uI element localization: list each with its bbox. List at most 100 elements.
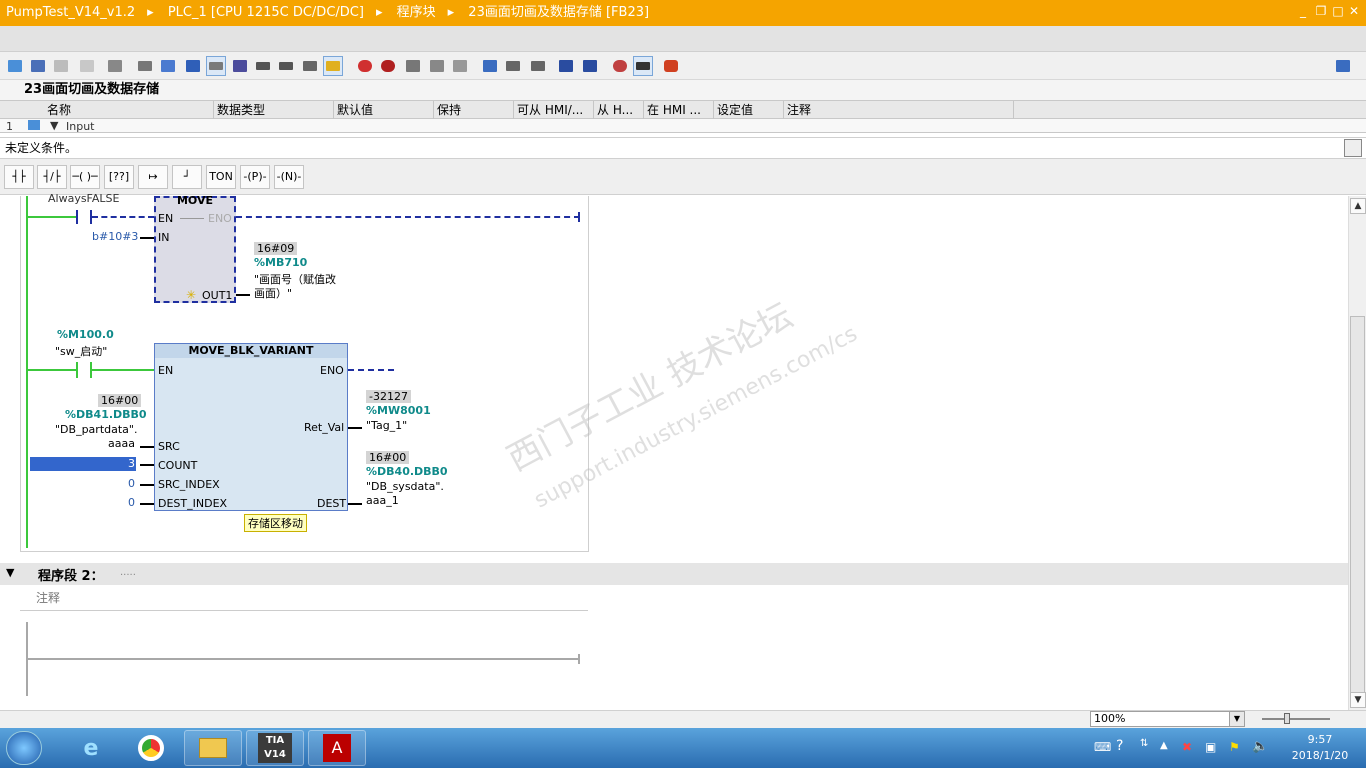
col-comment[interactable]: 注释: [784, 101, 1014, 119]
tray-expand-icon[interactable]: ▲: [1160, 740, 1168, 751]
breadcrumb-program-blocks[interactable]: 程序块: [397, 5, 436, 20]
mbv-src-member[interactable]: aaaa: [108, 437, 135, 450]
absolute-operand-icon[interactable]: [230, 56, 250, 76]
close-branch-icon[interactable]: ┘: [172, 165, 202, 189]
col-hmi-write[interactable]: 从 H...: [594, 101, 644, 119]
indent-icon[interactable]: [503, 56, 523, 76]
tia-portal-icon[interactable]: TIA V14: [246, 730, 304, 766]
coil-icon[interactable]: ─( )─: [70, 165, 100, 189]
acrobat-icon[interactable]: A: [308, 730, 366, 766]
flag-icon[interactable]: ⚑: [1229, 740, 1240, 754]
mbv-dest-member[interactable]: aaa_1: [366, 494, 399, 507]
insert-network-icon[interactable]: [5, 56, 25, 76]
network-2-comment[interactable]: 注释: [36, 589, 60, 606]
col-hmi-access[interactable]: 可从 HMI/...: [514, 101, 594, 119]
mbv-dest-addr[interactable]: %DB40.DBB0: [366, 465, 448, 478]
expand-all-icon[interactable]: [135, 56, 155, 76]
mbv-destidx-value[interactable]: 0: [128, 496, 135, 509]
open-all-icon[interactable]: [105, 56, 125, 76]
call-hierarchy-icon[interactable]: [480, 56, 500, 76]
count-selection[interactable]: [30, 457, 136, 471]
insert-row-icon[interactable]: [51, 56, 71, 76]
p-contact-button[interactable]: -(P)-: [240, 165, 270, 189]
keyboard-icon[interactable]: ⌨: [1094, 740, 1111, 754]
mbv-dest-tag[interactable]: "DB_sysdata".: [366, 480, 444, 493]
contact1-tag[interactable]: AlwaysFALSE: [48, 192, 119, 205]
start-button-icon[interactable]: [6, 731, 42, 765]
tray-clock[interactable]: 9:57 2018/1/20: [1290, 732, 1350, 764]
restore-icon[interactable]: ❐: [1314, 4, 1328, 18]
volume-icon[interactable]: 🔈: [1252, 739, 1268, 754]
undo-icon[interactable]: [556, 56, 576, 76]
col-hmi-visible[interactable]: 在 HMI ...: [644, 101, 714, 119]
condition-close-icon[interactable]: [1344, 139, 1362, 157]
network-overview-icon[interactable]: [183, 56, 203, 76]
minimize-icon[interactable]: _: [1296, 4, 1310, 18]
window-layout-icon[interactable]: [1333, 56, 1353, 76]
contact2-tag[interactable]: "sw_启动": [55, 343, 107, 359]
explorer-icon[interactable]: [184, 730, 242, 766]
contact2-addr[interactable]: %M100.0: [57, 328, 114, 341]
download-icon[interactable]: [253, 56, 273, 76]
n-contact-button[interactable]: -(N)-: [274, 165, 304, 189]
col-datatype[interactable]: 数据类型: [214, 101, 334, 119]
interface-row[interactable]: 1 ▼ Input: [0, 119, 1366, 133]
redo-icon[interactable]: [580, 56, 600, 76]
scroll-thumb[interactable]: [1350, 316, 1365, 696]
scroll-down-icon[interactable]: ▼: [1350, 692, 1366, 708]
network-error-icon[interactable]: ✖: [1182, 740, 1192, 754]
maximize-icon[interactable]: □: [1331, 4, 1345, 18]
ie-icon[interactable]: e: [62, 730, 120, 766]
search-icon[interactable]: [610, 56, 630, 76]
nc-contact-icon[interactable]: ┤/├: [37, 165, 67, 189]
col-retain[interactable]: 保持: [434, 101, 514, 119]
mbv-src-tag[interactable]: "DB_partdata".: [55, 423, 137, 436]
append-row-icon[interactable]: [77, 56, 97, 76]
col-default[interactable]: 默认值: [334, 101, 434, 119]
breadcrumb-project[interactable]: PumpTest_V14_v1.2: [6, 5, 135, 20]
scroll-up-icon[interactable]: ▲: [1350, 198, 1366, 214]
mbv-retval-addr[interactable]: %MW8001: [366, 404, 431, 417]
camera-icon[interactable]: [427, 56, 447, 76]
upload-icon[interactable]: [276, 56, 296, 76]
glasses-monitor-icon[interactable]: [633, 56, 653, 76]
col-name[interactable]: 名称: [44, 101, 214, 119]
collapse-all-icon[interactable]: [158, 56, 178, 76]
breadcrumb-block[interactable]: 23画面切画及数据存储 [FB23]: [468, 5, 649, 20]
usb-icon[interactable]: ▣: [1205, 740, 1216, 754]
move-out-addr[interactable]: %MB710: [254, 256, 307, 269]
comments-toggle-icon[interactable]: [206, 56, 226, 76]
database-icon[interactable]: [661, 56, 681, 76]
outdent-icon[interactable]: [528, 56, 548, 76]
no-contact-icon[interactable]: ┤├: [4, 165, 34, 189]
mbv-count-value[interactable]: 3: [128, 457, 135, 470]
go-to-error-icon[interactable]: [355, 56, 375, 76]
col-setpoint[interactable]: 设定值: [714, 101, 784, 119]
move-in-value[interactable]: b#10#3: [92, 230, 138, 243]
open-branch-icon[interactable]: ↦: [138, 165, 168, 189]
move-out-tag2[interactable]: 画面）": [254, 285, 292, 301]
clear-error-icon[interactable]: [378, 56, 398, 76]
delete-network-icon[interactable]: [28, 56, 48, 76]
help-icon[interactable]: ?: [1116, 738, 1123, 754]
vertical-scrollbar[interactable]: ▲ ▼: [1348, 196, 1366, 710]
mbv-src-addr[interactable]: %DB41.DBB0: [65, 408, 147, 421]
chrome-icon[interactable]: [122, 730, 180, 766]
expand-arrow-icon[interactable]: ▼: [50, 119, 58, 132]
monitor-icon[interactable]: [403, 56, 423, 76]
close-icon[interactable]: ✕: [1347, 4, 1361, 18]
mbv-srcidx-value[interactable]: 0: [128, 477, 135, 490]
empty-box-icon[interactable]: [??]: [104, 165, 134, 189]
tray-arrows-icon[interactable]: ⇅: [1140, 738, 1148, 749]
zoom-slider-thumb[interactable]: [1284, 713, 1290, 724]
filter-icon[interactable]: [450, 56, 470, 76]
mbv-retval-tag[interactable]: "Tag_1": [366, 419, 407, 432]
collapse-network-icon[interactable]: ▼: [6, 566, 14, 579]
zoom-slider-track[interactable]: [1262, 718, 1330, 720]
network-2-header[interactable]: ▼ 程序段 2： .....: [0, 563, 1348, 585]
zoom-dropdown-icon[interactable]: ▼: [1229, 712, 1244, 726]
ton-timer-button[interactable]: TON: [206, 165, 236, 189]
zoom-select[interactable]: 100%: [1090, 711, 1245, 727]
star-favorites-icon[interactable]: [323, 56, 343, 76]
breadcrumb-plc[interactable]: PLC_1 [CPU 1215C DC/DC/DC]: [168, 5, 364, 20]
